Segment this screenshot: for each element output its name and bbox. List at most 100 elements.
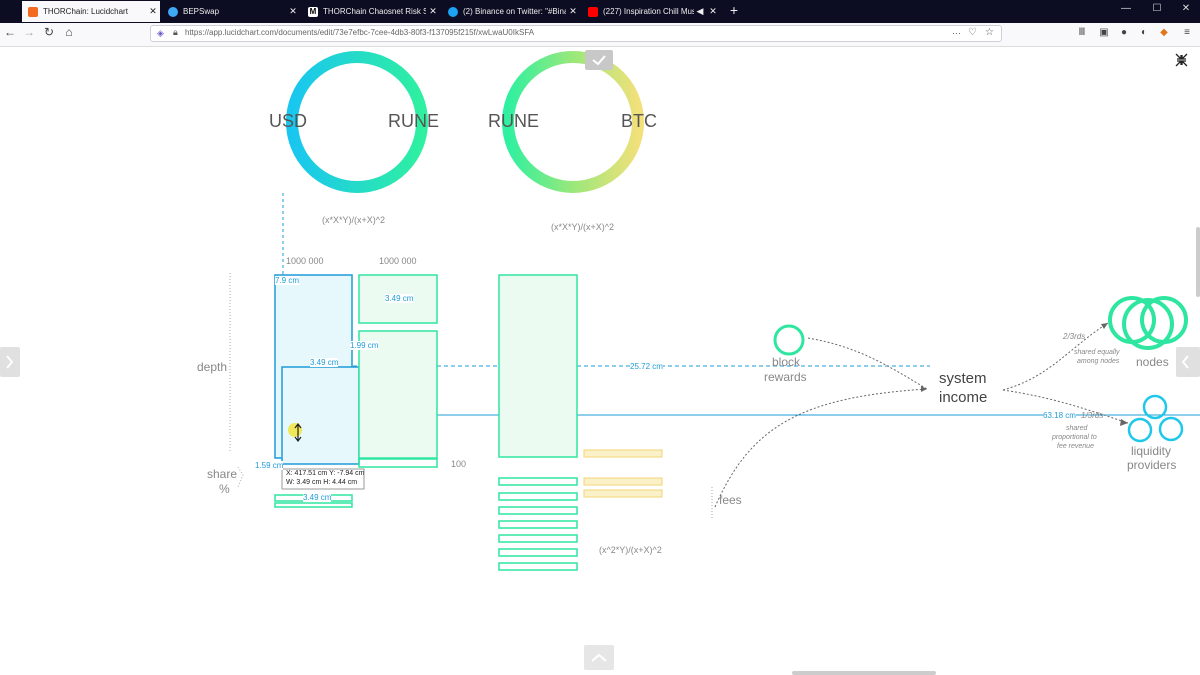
url-text[interactable]: https://app.lucidchart.com/documents/edi… xyxy=(185,28,534,37)
tab-youtube[interactable]: (227) Inspiration Chill Music ◀ ✕ xyxy=(582,1,720,22)
speaker-icon[interactable]: ◀ xyxy=(694,6,706,17)
share-label: share xyxy=(207,467,238,481)
metamask-icon[interactable]: ◆ xyxy=(1157,27,1171,38)
lock-icon[interactable]: 🔒︎ xyxy=(173,27,178,38)
bepswap-icon xyxy=(168,6,178,17)
dim-width-bottom: 3.49 cm xyxy=(303,493,332,502)
checkmark-badge xyxy=(585,50,613,70)
system-label: system xyxy=(939,370,987,387)
pool2-left-label: RUNE xyxy=(488,111,540,131)
dim-width-small: 3.49 cm xyxy=(385,294,414,303)
library-icon[interactable]: Ⅲ xyxy=(1075,27,1089,38)
diagram-canvas[interactable]: USD RUNE RUNE BTC (x*X*Y)/(x+X)^2 (x*X*Y… xyxy=(0,47,1200,675)
navigation-toolbar: ← → ↻ ⌂ ◈ 🔒︎ https://app.lucidchart.com/… xyxy=(0,23,1200,47)
hundred-label: 100 xyxy=(451,459,467,469)
tooltip-line1: X: 417.51 cm Y: -7.94 cm xyxy=(286,470,365,477)
tab-lucidchart[interactable]: THORChain: Lucidchart ✕ xyxy=(22,1,160,22)
liquidity-label: liquidity xyxy=(1131,444,1172,458)
fees-label: fees xyxy=(719,493,742,507)
tab-chaosnet[interactable]: M THORChain Chaosnet Risk Sum ✕ xyxy=(302,1,440,22)
more-actions-icon[interactable]: ··· xyxy=(952,28,961,38)
nodes-note-2: among nodes xyxy=(1077,358,1120,365)
address-bar[interactable]: ◈ 🔒︎ https://app.lucidchart.com/document… xyxy=(150,25,1002,42)
horizontal-scrollbar xyxy=(792,671,936,675)
dim-height-bottom: 1.59 cm xyxy=(255,461,284,470)
menu-icon[interactable]: ≡ xyxy=(1180,27,1194,38)
home-icon[interactable]: ⌂ xyxy=(61,25,77,39)
medium-icon: M xyxy=(308,6,318,17)
lp-note-3: fee revenue xyxy=(1057,443,1094,450)
pool2-formula: (x*X*Y)/(x+X)^2 xyxy=(551,222,614,232)
share-bar-selected xyxy=(274,502,353,508)
pool1-formula: (x*X*Y)/(x+X)^2 xyxy=(322,215,385,225)
close-tab-icon[interactable]: ✕ xyxy=(706,6,720,17)
tab-title: (227) Inspiration Chill Music xyxy=(603,7,694,16)
dim-solid-distance: 63.18 cm xyxy=(1043,411,1076,420)
tab-title: BEPSwap xyxy=(183,7,220,16)
cursor-highlight xyxy=(288,423,302,437)
back-icon[interactable]: ← xyxy=(2,25,18,39)
close-window-button[interactable]: ✕ xyxy=(1178,3,1194,14)
close-tab-icon[interactable]: ✕ xyxy=(426,6,440,17)
dim-width-top: 7.9 cm xyxy=(275,276,300,285)
tab-bepswap[interactable]: BEPSwap ✕ xyxy=(162,1,300,22)
close-tab-icon[interactable]: ✕ xyxy=(146,6,160,17)
tab-title: (2) Binance on Twitter: "#Binan xyxy=(463,7,566,16)
lp-note-1: shared xyxy=(1066,425,1088,432)
tab-twitter[interactable]: (2) Binance on Twitter: "#Binan ✕ xyxy=(442,1,580,22)
depth-label: depth xyxy=(197,360,228,374)
percent-label: % xyxy=(219,482,230,496)
depth-block-inner xyxy=(281,366,360,465)
fee-formula: (x^2*Y)/(x+X)^2 xyxy=(599,545,662,555)
tab-bar: THORChain: Lucidchart ✕ BEPSwap ✕ M THOR… xyxy=(0,0,1200,23)
block-rewards-node xyxy=(773,324,805,356)
fee-bar xyxy=(583,489,663,498)
twitter-icon xyxy=(448,6,458,17)
two-thirds-label: 2/3rds xyxy=(1063,332,1086,341)
providers-label: providers xyxy=(1127,458,1177,472)
scroll-up-tab xyxy=(584,645,614,670)
lp-circle xyxy=(1127,417,1153,443)
amount-left: 1000 000 xyxy=(286,256,324,266)
rewards-label: rewards xyxy=(764,370,807,384)
minimize-button[interactable]: — xyxy=(1118,3,1134,14)
rune-depth-block xyxy=(358,330,438,459)
new-tab-button[interactable]: + xyxy=(727,2,741,18)
nodes-label: nodes xyxy=(1136,355,1169,369)
shield-icon[interactable]: ◈ xyxy=(157,28,164,39)
lucidchart-icon xyxy=(28,6,38,17)
tooltip-line2: W: 3.49 cm H: 4.44 cm xyxy=(286,479,358,486)
tab-title: THORChain Chaosnet Risk Sum xyxy=(323,7,426,16)
pool1-right-label: RUNE xyxy=(388,111,440,131)
pocket-icon[interactable]: ♡ xyxy=(968,27,977,38)
lp-note-2: proportional to xyxy=(1052,434,1097,441)
youtube-icon xyxy=(588,6,598,17)
collapse-icon xyxy=(1175,53,1188,67)
diagram-drawing xyxy=(0,50,1200,675)
income-label: income xyxy=(939,389,988,406)
fee-bar xyxy=(583,449,663,458)
pool1-left-label: USD xyxy=(269,111,308,131)
amount-right: 1000 000 xyxy=(379,256,417,266)
vertical-scrollbar xyxy=(1196,227,1200,297)
left-panel-toggle xyxy=(0,347,20,377)
btc-depth-block xyxy=(498,274,578,458)
addon-icon[interactable]: ◐ xyxy=(1137,27,1151,38)
pool2-right-label: BTC xyxy=(621,111,657,131)
maximize-button[interactable]: ☐ xyxy=(1149,3,1165,14)
account-icon[interactable]: ● xyxy=(1117,27,1131,38)
dim-dashed-distance: 25.72 cm xyxy=(630,362,663,371)
sidebar-icon[interactable]: ▣ xyxy=(1097,27,1111,38)
close-tab-icon[interactable]: ✕ xyxy=(286,6,300,17)
forward-icon[interactable]: → xyxy=(21,25,37,39)
bookmark-star-icon[interactable]: ☆ xyxy=(985,27,994,38)
rune-share-bar xyxy=(358,458,438,468)
block-label: block xyxy=(772,355,801,369)
reload-icon[interactable]: ↻ xyxy=(41,25,57,39)
lp-circle xyxy=(1158,416,1184,442)
close-tab-icon[interactable]: ✕ xyxy=(566,6,580,17)
nodes-note-1: shared equally xyxy=(1074,349,1120,356)
fee-bar xyxy=(583,477,663,486)
one-third-label: 1/3rds xyxy=(1081,411,1104,420)
tab-title: THORChain: Lucidchart xyxy=(43,7,128,16)
